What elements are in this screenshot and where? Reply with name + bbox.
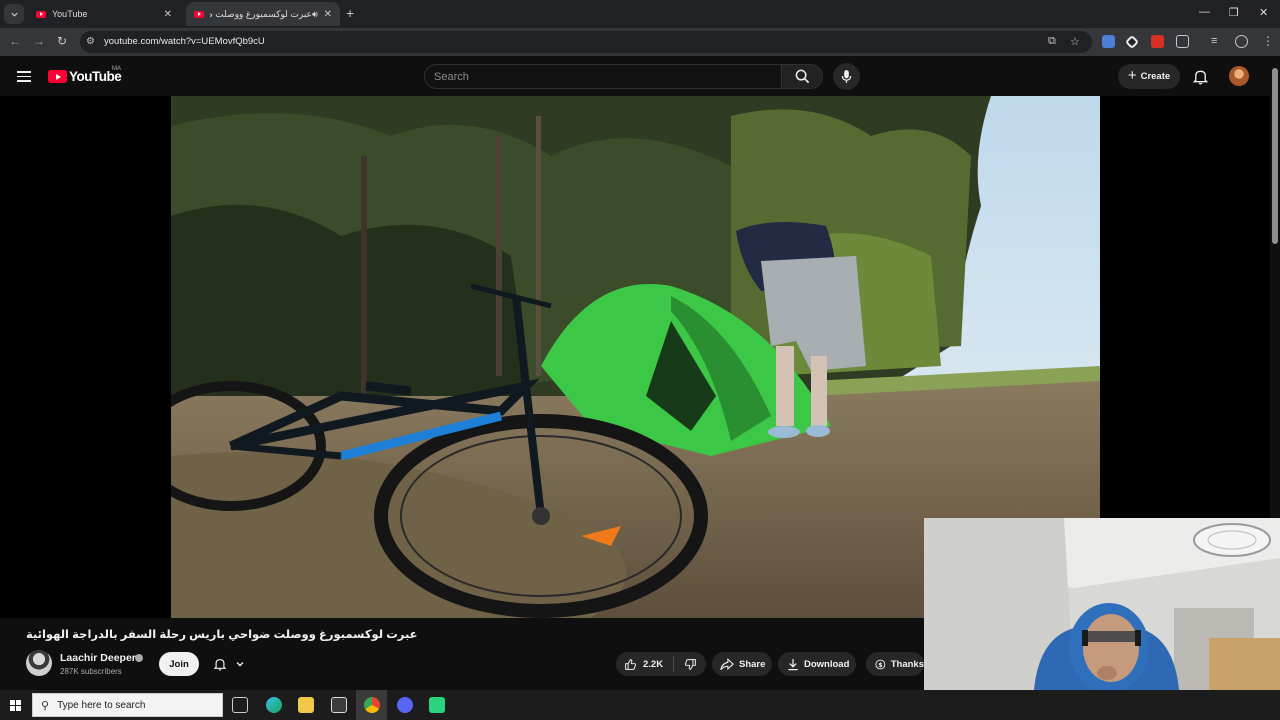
share-button[interactable]: Share [712,652,772,676]
tab-close-icon[interactable]: ✕ [164,9,172,20]
video-title: عبرت لوكسمبورغ ووصلت ضواحي باريس رحلة ال… [26,629,418,641]
windows-taskbar: ⚲ Type here to search [0,690,1280,720]
microphone-icon [841,70,852,83]
download-icon [788,658,798,670]
account-avatar[interactable] [1229,66,1249,86]
thumbs-down-icon [685,658,696,670]
task-view-icon[interactable] [232,697,248,713]
back-arrow-icon[interactable]: ← [9,34,21,48]
like-button[interactable]: 2.2K [616,656,675,672]
tab-youtube[interactable]: YouTube ✕ [28,2,180,26]
like-count: 2.2K [643,658,664,670]
voice-search-button[interactable] [833,63,860,90]
file-explorer-icon[interactable] [298,697,314,713]
close-window-button[interactable]: ✕ [1259,6,1268,19]
channel-avatar[interactable] [26,650,52,676]
browser-toolbar: ← → ↻ ⚙ youtube.com/watch?v=UEMovfQb9cU … [0,28,1280,56]
install-app-icon[interactable]: ⧉ [1048,35,1056,48]
edge-browser-icon[interactable] [266,697,282,713]
media-controls-icon[interactable]: ≡ [1211,35,1217,47]
address-bar[interactable]: ⚙ youtube.com/watch?v=UEMovfQb9cU ⧉ ☆ [80,31,1092,53]
scrollbar-thumb[interactable] [1272,68,1278,244]
taskbar-search-box[interactable]: ⚲ Type here to search [32,693,223,717]
notifications-bell-icon[interactable] [1192,68,1209,85]
speaker-icon[interactable]: 🔊︎ [312,9,318,20]
plus-icon: + [1127,67,1137,84]
youtube-logo[interactable]: YouTube MA [48,66,122,84]
windows-start-icon[interactable] [10,700,21,711]
youtube-play-icon [48,70,67,83]
join-button[interactable]: Join [159,652,199,676]
extensions-puzzle-icon[interactable] [1176,35,1189,48]
restore-button[interactable]: ❐ [1229,6,1239,19]
chevron-down-icon [10,12,18,17]
thanks-button[interactable]: $ Thanks [866,652,924,676]
tab-title: عبرت لوكسمبورغ ووصلت ض [210,8,312,19]
thanks-label: Thanks [890,658,924,670]
thumbs-up-icon [625,658,636,670]
browser-tab-strip: YouTube ✕ عبرت لوكسمبورغ ووصلت ض 🔊︎ ✕ + … [0,0,1280,28]
search-input[interactable] [434,69,764,85]
translate-extension-icon[interactable] [1102,35,1115,48]
search-box [424,64,782,89]
download-button[interactable]: Download [778,652,856,676]
hamburger-menu-icon[interactable] [17,71,31,82]
chrome-icon[interactable] [364,697,380,713]
webcam-feed-image [924,518,1280,690]
bookmark-star-icon[interactable]: ☆ [1070,35,1080,48]
tab-title: YouTube [52,9,88,19]
tab-current-video[interactable]: عبرت لوكسمبورغ ووصلت ض 🔊︎ ✕ [186,2,340,26]
minimize-button[interactable]: — [1199,6,1210,18]
diamond-extension-icon[interactable] [1124,34,1140,50]
profile-icon[interactable] [1235,35,1248,48]
url-text: youtube.com/watch?v=UEMovfQb9cU [104,36,265,47]
taskbar-search-text: Type here to search [57,699,146,711]
download-label: Download [804,658,850,670]
discord-icon[interactable] [397,697,413,713]
chevron-down-icon [236,662,244,667]
pdf-extension-icon[interactable] [1151,35,1164,48]
share-label: Share [739,658,766,670]
more-menu-icon[interactable]: ⋮ [1262,34,1274,48]
like-dislike-group: 2.2K [616,652,706,676]
forward-arrow-icon[interactable]: → [33,34,45,48]
microsoft-store-icon[interactable] [331,697,347,713]
tab-close-icon[interactable]: ✕ [324,9,332,20]
share-arrow-icon [720,657,734,670]
bell-icon [213,659,227,671]
webcam-overlay [924,518,1280,690]
verified-badge-icon [135,654,143,662]
notification-dropdown-button[interactable] [206,652,252,676]
search-button[interactable] [781,64,823,89]
create-label: Create [1140,71,1171,82]
youtube-favicon-icon [36,10,46,18]
dislike-button[interactable] [674,658,697,671]
create-button[interactable]: + Create [1118,64,1180,89]
country-code: MA [112,66,121,72]
thanks-dollar-icon: $ [875,659,886,669]
new-tab-button[interactable]: + [346,5,354,21]
reload-icon[interactable]: ↻ [57,34,67,48]
search-icon: ⚲ [41,699,50,712]
channel-name[interactable]: Laachir Deeper [60,652,136,664]
search-icon [795,69,809,84]
svg-text:$: $ [878,661,882,668]
youtube-masthead: YouTube MA + Create [0,56,1270,96]
app-icon[interactable] [429,697,445,713]
youtube-favicon-icon [194,10,204,18]
tab-search-button[interactable] [4,4,24,24]
site-info-icon[interactable]: ⚙ [86,36,98,48]
subscriber-count: 287K subscribers [60,667,122,676]
